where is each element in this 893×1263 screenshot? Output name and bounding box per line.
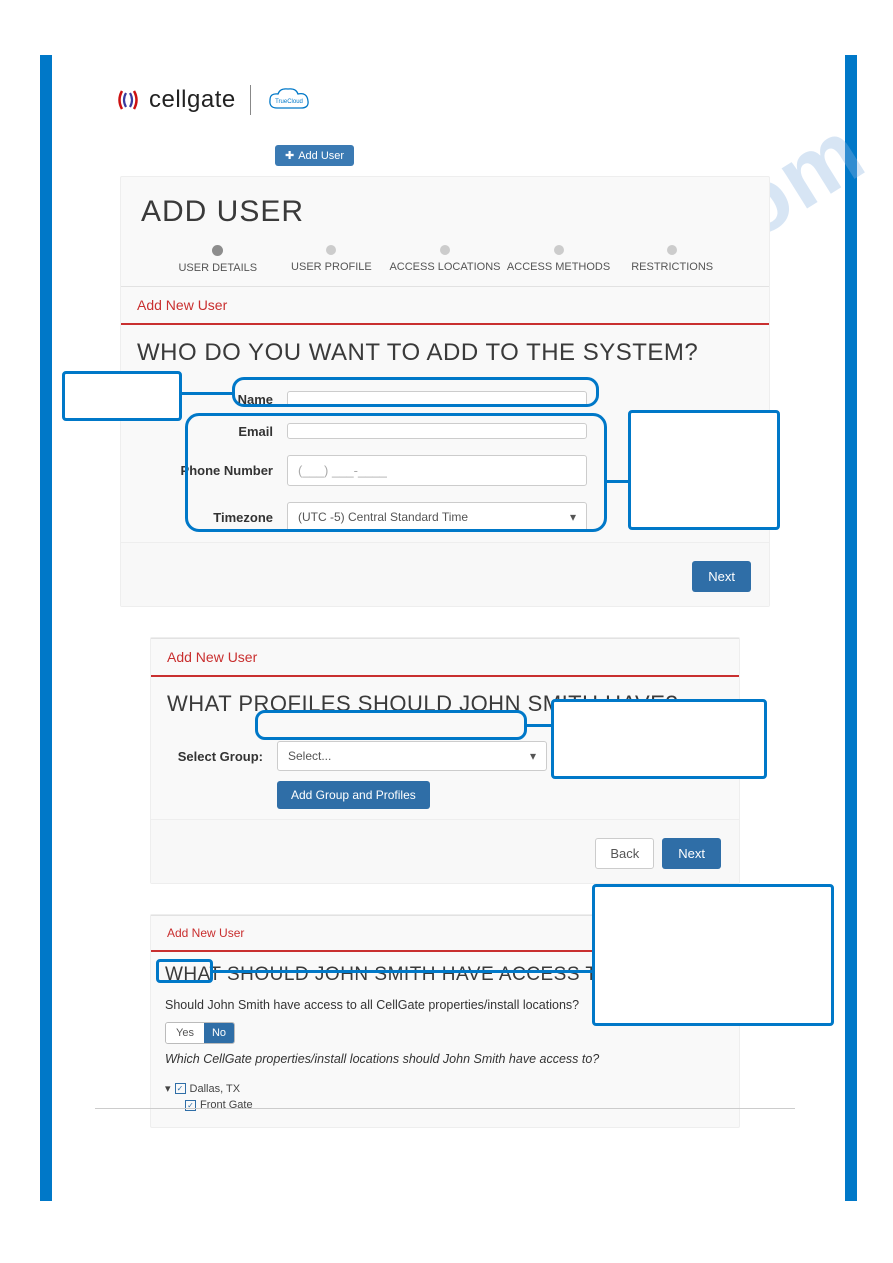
toggle-no[interactable]: No [204,1023,234,1043]
panel3-question2: Which CellGate properties/install locati… [151,1044,739,1076]
logo-icon [115,87,141,113]
panel2-footer: Back Next [151,819,739,883]
logo-text: cellgate [149,86,236,114]
tree-row-dallas[interactable]: ▾ ✓ Dallas, TX [165,1080,725,1097]
row-add-group: Add Group and Profiles [151,781,739,819]
page-title: ADD USER [121,177,769,239]
yes-no-toggle[interactable]: Yes No [165,1022,235,1044]
next-button-2[interactable]: Next [662,838,721,869]
callout-group [551,699,767,779]
cloud-icon: TrueCloud [265,86,313,114]
input-phone[interactable]: (___) ___-____ [287,455,587,486]
chevron-down-icon: ▾ [570,510,576,524]
page-border-left [40,55,52,1201]
group-placeholder: Select... [288,749,331,763]
add-user-button[interactable]: ✚ Add User [275,145,354,166]
step-restrictions[interactable]: RESTRICTIONS [615,245,729,274]
checkbox-dallas[interactable]: ✓ [175,1083,186,1094]
step-user-details[interactable]: USER DETAILS [161,245,275,274]
panel1-section-title: WHO DO YOU WANT TO ADD TO THE SYSTEM? [121,325,769,385]
back-button[interactable]: Back [595,838,654,869]
chevron-down-icon: ▾ [530,749,536,763]
select-timezone[interactable]: (UTC -5) Central Standard Time ▾ [287,502,587,532]
footer-rule [95,1108,795,1109]
caret-down-icon: ▾ [165,1082,171,1095]
input-name[interactable] [287,391,587,407]
toggle-yes[interactable]: Yes [166,1023,204,1043]
logo-separator [250,85,251,115]
label-email: Email [137,424,287,439]
logo-row: cellgate TrueCloud [115,85,800,115]
tree-label-front-gate: Front Gate [200,1099,253,1111]
panel1-header: Add New User [121,286,769,325]
panel2-header: Add New User [151,638,739,677]
panel1-footer: Next [121,542,769,606]
callout-group-line [527,724,552,727]
step-access-locations[interactable]: ACCESS LOCATIONS [388,245,502,274]
wizard-steps: USER DETAILS USER PROFILE ACCESS LOCATIO… [121,239,769,286]
label-select-group: Select Group: [167,749,277,764]
callout-name-line [182,392,232,395]
add-group-button[interactable]: Add Group and Profiles [277,781,430,809]
label-timezone: Timezone [137,510,287,525]
timezone-value: (UTC -5) Central Standard Time [298,510,468,524]
svg-text:TrueCloud: TrueCloud [275,99,303,105]
add-user-label: Add User [298,150,344,162]
select-group[interactable]: Select... ▾ [277,741,547,771]
page-border-right [845,55,857,1201]
label-phone: Phone Number [137,463,287,478]
callout-contact [628,410,780,530]
plus-icon: ✚ [285,149,294,162]
step-user-profile[interactable]: USER PROFILE [275,245,389,274]
callout-yesno-line [213,970,592,973]
tree-label-dallas: Dallas, TX [190,1083,241,1095]
location-tree: ▾ ✓ Dallas, TX ✓ Front Gate [151,1076,739,1127]
callout-name [62,371,182,421]
callout-yesno [592,884,834,1026]
step-access-methods[interactable]: ACCESS METHODS [502,245,616,274]
tree-row-front-gate[interactable]: ✓ Front Gate [165,1097,725,1113]
next-button[interactable]: Next [692,561,751,592]
input-email[interactable] [287,423,587,439]
callout-contact-line [607,480,629,483]
